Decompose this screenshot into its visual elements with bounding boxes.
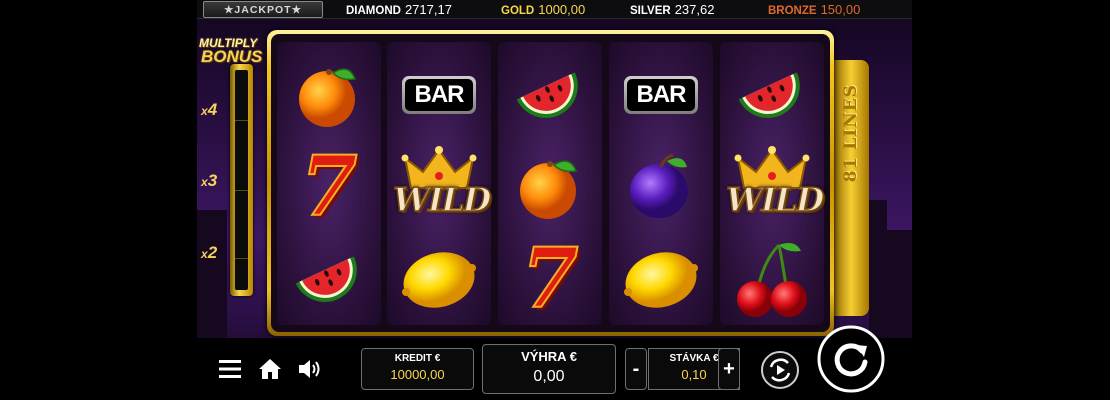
autoplay-button[interactable] <box>760 350 800 390</box>
sound-button[interactable] <box>295 354 325 384</box>
multiplier-x4: x4 <box>201 100 217 120</box>
menu-button[interactable] <box>215 354 245 384</box>
multiplier-meter <box>230 64 253 296</box>
meter-tick <box>235 258 248 259</box>
multiply-bonus-title: MULTIPLY BONUS <box>199 36 269 66</box>
multiplier-prefix: x <box>201 104 208 118</box>
wild-text: WILD <box>725 179 825 220</box>
lemon-icon <box>391 234 487 324</box>
seven-text: 7 <box>299 139 358 235</box>
home-icon <box>259 359 281 379</box>
credit-value: 10000,00 <box>390 367 445 382</box>
wild-icon: WILD <box>724 142 825 232</box>
jackpot-silver-value: 237,62 <box>674 2 715 17</box>
skyline-building <box>887 230 912 338</box>
reel-2: BAR WILD <box>387 42 492 325</box>
seven-icon: 7 <box>281 142 377 232</box>
jackpot-bronze-value: 150,00 <box>820 2 861 17</box>
lemon-icon <box>613 234 709 324</box>
lines-label: 81 LINES <box>841 84 861 183</box>
menu-icon <box>219 360 241 378</box>
plum-icon <box>613 142 709 232</box>
orange-icon <box>502 142 598 232</box>
jackpot-gold-value: 1000,00 <box>538 2 586 17</box>
meter-tick <box>235 190 248 191</box>
orange-icon <box>281 50 377 140</box>
multiplier-meter-track <box>235 70 248 290</box>
lines-panel: 81 LINES <box>833 60 869 316</box>
jackpot-diamond-value: 2717,17 <box>404 2 452 17</box>
skyline-building <box>869 200 887 338</box>
win-display: VÝHRA € 0,00 <box>482 344 616 394</box>
watermelon-icon <box>724 50 820 140</box>
jackpot-bronze: BRONZE 150,00 <box>768 2 860 17</box>
reel-1: 7 <box>277 42 381 325</box>
seven-icon: 7 <box>502 234 598 324</box>
reel-5: WILD <box>720 42 825 325</box>
spin-icon <box>817 325 885 393</box>
multiplier-x3: x3 <box>201 171 217 191</box>
multiplier-prefix: x <box>201 247 208 261</box>
multiplier-value: 2 <box>207 243 218 262</box>
jackpot-bronze-label: BRONZE <box>768 5 817 17</box>
spin-button[interactable] <box>816 324 886 394</box>
multiply-bonus-line2: BONUS <box>201 47 263 66</box>
win-value: 0,00 <box>533 368 565 385</box>
bet-plus-button[interactable]: + <box>718 348 740 390</box>
reel-3: 7 <box>498 42 602 325</box>
meter-tick <box>235 120 248 121</box>
credit-display: KREDIT € 10000,00 <box>361 348 474 390</box>
screen-background: ★JACKPOT★ DIAMOND 2717,17 GOLD 1000,00 SIL… <box>0 0 1110 400</box>
cherry-icon <box>724 234 820 324</box>
watermelon-icon <box>281 234 377 324</box>
credit-label: KREDIT € <box>394 353 441 364</box>
home-button[interactable] <box>255 354 285 384</box>
reel-frame: 7 BAR WILD 7 BAR WILD <box>267 30 834 336</box>
jackpot-silver-label: SILVER <box>630 5 671 17</box>
bar-text: BAR <box>627 79 695 111</box>
jackpot-bar: ★JACKPOT★ DIAMOND 2717,17 GOLD 1000,00 SIL… <box>197 0 912 19</box>
autoplay-icon <box>761 351 799 389</box>
seven-text: 7 <box>520 231 579 327</box>
multiplier-x2: x2 <box>201 243 217 263</box>
wild-icon: WILD <box>391 142 492 232</box>
bar-icon: BAR <box>613 50 709 140</box>
multiplier-value: 4 <box>207 100 218 119</box>
multiplier-prefix: x <box>201 175 208 189</box>
jackpot-diamond-label: DIAMOND <box>346 5 401 17</box>
bet-minus-button[interactable]: - <box>625 348 647 390</box>
wild-text: WILD <box>392 179 492 220</box>
multiplier-value: 3 <box>207 171 218 190</box>
jackpot-diamond: DIAMOND 2717,17 <box>346 2 452 17</box>
jackpot-gold-label: GOLD <box>501 5 535 17</box>
bar-text: BAR <box>405 79 473 111</box>
sound-icon <box>299 360 320 378</box>
reel-4: BAR <box>609 42 713 325</box>
jackpot-silver: SILVER 237,62 <box>630 2 714 17</box>
bar-icon: BAR <box>391 50 487 140</box>
win-label: VÝHRA € <box>521 349 577 364</box>
jackpot-logo: ★JACKPOT★ <box>203 1 323 18</box>
jackpot-gold: GOLD 1000,00 <box>501 2 585 17</box>
slot-game: ★JACKPOT★ DIAMOND 2717,17 GOLD 1000,00 SIL… <box>197 0 912 400</box>
watermelon-icon <box>502 50 598 140</box>
skyline-building <box>197 210 227 338</box>
